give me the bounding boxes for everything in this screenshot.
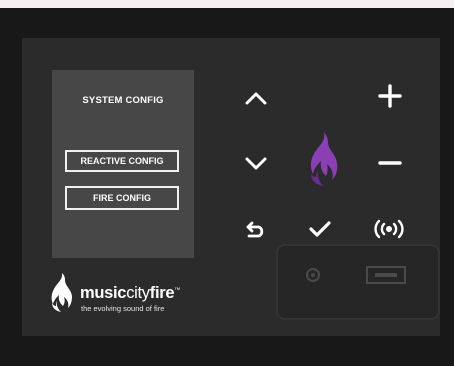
checkmark-icon (309, 221, 331, 237)
screen-title: SYSTEM CONFIG (82, 95, 164, 106)
confirm-button[interactable] (303, 212, 337, 246)
plus-button[interactable] (373, 79, 407, 113)
broadcast-icon (374, 219, 404, 239)
reactive-config-menu-item[interactable]: REACTIVE CONFIG (65, 150, 179, 172)
back-arrow-icon (246, 221, 264, 238)
trademark-symbol: ™ (174, 287, 180, 294)
lcd-screen: SYSTEM CONFIG REACTIVE CONFIG FIRE CONFI… (52, 70, 194, 258)
device-body: SYSTEM CONFIG REACTIVE CONFIG FIRE CONFI… (0, 8, 454, 366)
down-button[interactable] (239, 147, 273, 181)
brand-name: musiccityfire™ (80, 284, 180, 303)
flame-logo-icon (310, 132, 338, 186)
brand-name-part: fire (149, 284, 175, 302)
white-flame-icon (51, 273, 72, 312)
brand-logo: musiccityfire™ the evolving sound of fir… (48, 270, 228, 318)
usb-port (366, 266, 406, 284)
chevron-up-icon (245, 92, 267, 105)
port-panel (276, 244, 440, 320)
aux-port (306, 268, 320, 282)
chevron-down-icon (245, 157, 267, 170)
minus-button[interactable] (373, 146, 407, 180)
fire-config-menu-item[interactable]: FIRE CONFIG (65, 186, 179, 210)
up-button[interactable] (239, 81, 273, 115)
brand-tagline: the evolving sound of fire (81, 304, 165, 313)
plus-icon (378, 84, 402, 108)
brand-name-part: city (126, 284, 150, 302)
brand-name-part: music (80, 284, 127, 302)
minus-icon (378, 161, 402, 165)
back-button[interactable] (239, 212, 273, 246)
wireless-button[interactable] (372, 212, 406, 246)
